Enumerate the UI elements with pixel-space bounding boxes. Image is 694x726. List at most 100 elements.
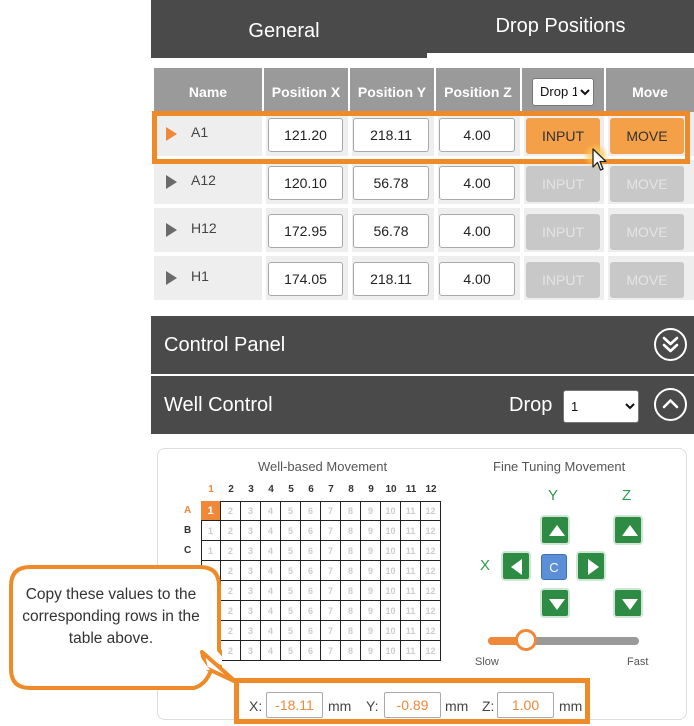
well-cell[interactable]: 6 (301, 501, 321, 521)
well-cell[interactable]: 8 (341, 601, 361, 621)
well-cell[interactable]: 12 (421, 641, 441, 661)
z-up-button[interactable] (613, 515, 643, 545)
double-chevron-down-icon[interactable] (654, 328, 687, 361)
well-cell[interactable]: 3 (241, 561, 261, 581)
well-cell[interactable]: 5 (281, 641, 301, 661)
well-cell[interactable]: 2 (221, 521, 241, 541)
well-cell[interactable]: 4 (261, 581, 281, 601)
move-button[interactable]: MOVE (610, 166, 684, 202)
well-cell[interactable]: 12 (421, 541, 441, 561)
position-y-input[interactable]: 218.11 (353, 262, 429, 296)
coord-x-value[interactable]: -18.11 (266, 692, 323, 718)
well-cell[interactable]: 11 (401, 581, 421, 601)
well-cell[interactable]: 10 (381, 601, 401, 621)
well-cell[interactable]: 11 (401, 561, 421, 581)
well-cell[interactable]: 2 (221, 581, 241, 601)
y-up-button[interactable] (540, 515, 570, 545)
drop-select[interactable]: Drop 1 (532, 77, 594, 106)
well-cell[interactable]: 3 (241, 581, 261, 601)
well-cell[interactable]: 6 (301, 521, 321, 541)
well-cell[interactable]: 10 (381, 521, 401, 541)
well-cell[interactable]: 7 (321, 601, 341, 621)
well-cell[interactable]: 5 (281, 601, 301, 621)
well-cell[interactable]: 10 (381, 561, 401, 581)
position-z-input[interactable]: 4.00 (439, 262, 515, 296)
well-cell[interactable]: 3 (241, 541, 261, 561)
input-button[interactable]: INPUT (526, 166, 600, 202)
well-drop-select[interactable]: 1 (563, 390, 639, 423)
coord-z-value[interactable]: 1.00 (497, 692, 554, 718)
position-y-input[interactable]: 56.78 (353, 214, 429, 248)
chevron-up-icon[interactable] (654, 388, 687, 421)
control-panel-header[interactable]: Control Panel (151, 316, 694, 374)
expand-row-icon[interactable] (166, 175, 177, 189)
well-cell[interactable]: 11 (401, 641, 421, 661)
expand-row-icon[interactable] (166, 271, 177, 285)
well-cell[interactable]: 9 (361, 641, 381, 661)
input-button[interactable]: INPUT (526, 214, 600, 250)
well-cell[interactable]: 9 (361, 521, 381, 541)
well-cell[interactable]: 3 (241, 621, 261, 641)
input-button[interactable]: INPUT (526, 262, 600, 298)
well-cell[interactable]: 12 (421, 601, 441, 621)
well-cell[interactable]: 10 (381, 621, 401, 641)
well-cell[interactable]: 8 (341, 581, 361, 601)
well-cell[interactable]: 10 (381, 581, 401, 601)
well-cell[interactable]: 5 (281, 501, 301, 521)
well-cell[interactable]: 12 (421, 581, 441, 601)
well-cell[interactable]: 8 (341, 521, 361, 541)
well-cell[interactable]: 11 (401, 621, 421, 641)
well-cell[interactable]: 5 (281, 541, 301, 561)
well-cell[interactable]: 7 (321, 621, 341, 641)
well-cell[interactable]: 6 (301, 561, 321, 581)
position-x-input[interactable]: 174.05 (268, 262, 343, 296)
well-cell[interactable]: 12 (421, 501, 441, 521)
well-cell[interactable]: 7 (321, 541, 341, 561)
well-cell[interactable]: 6 (301, 641, 321, 661)
well-cell[interactable]: 9 (361, 501, 381, 521)
center-button[interactable]: C (541, 554, 567, 580)
well-cell[interactable]: 4 (261, 561, 281, 581)
well-cell-selected[interactable]: 1 (201, 501, 221, 521)
well-cell[interactable]: 6 (301, 541, 321, 561)
well-cell[interactable]: 6 (301, 621, 321, 641)
well-cell[interactable]: 8 (341, 541, 361, 561)
well-cell[interactable]: 3 (241, 601, 261, 621)
well-cell[interactable]: 9 (361, 601, 381, 621)
move-button[interactable]: MOVE (610, 262, 684, 298)
well-cell[interactable]: 6 (301, 601, 321, 621)
well-cell[interactable]: 11 (401, 521, 421, 541)
well-cell[interactable]: 10 (381, 501, 401, 521)
well-cell[interactable]: 6 (301, 581, 321, 601)
well-cell[interactable]: 5 (281, 561, 301, 581)
move-button[interactable]: MOVE (610, 214, 684, 250)
position-x-input[interactable]: 172.95 (268, 214, 343, 248)
well-cell[interactable]: 8 (341, 561, 361, 581)
well-cell[interactable]: 9 (361, 581, 381, 601)
tab-general[interactable]: General (151, 0, 417, 58)
coord-y-value[interactable]: -0.89 (384, 692, 441, 718)
well-cell[interactable]: 5 (281, 581, 301, 601)
z-down-button[interactable] (613, 588, 643, 618)
well-cell[interactable]: 12 (421, 561, 441, 581)
well-cell[interactable]: 12 (421, 621, 441, 641)
well-cell[interactable]: 9 (361, 541, 381, 561)
position-z-input[interactable]: 4.00 (439, 214, 515, 248)
expand-row-icon[interactable] (166, 223, 177, 237)
well-cell[interactable]: 8 (341, 621, 361, 641)
well-cell[interactable]: 2 (221, 601, 241, 621)
well-cell[interactable]: 4 (261, 621, 281, 641)
x-left-button[interactable] (501, 551, 531, 581)
well-cell[interactable]: 5 (281, 621, 301, 641)
well-cell[interactable]: 9 (361, 561, 381, 581)
well-cell[interactable]: 12 (421, 521, 441, 541)
well-cell[interactable]: 7 (321, 641, 341, 661)
well-cell[interactable]: 2 (221, 501, 241, 521)
well-cell[interactable]: 8 (341, 641, 361, 661)
well-cell[interactable]: 2 (221, 561, 241, 581)
well-cell[interactable]: 2 (221, 621, 241, 641)
well-cell[interactable]: 10 (381, 641, 401, 661)
well-cell[interactable]: 7 (321, 581, 341, 601)
position-z-input[interactable]: 4.00 (439, 166, 515, 200)
well-cell[interactable]: 4 (261, 501, 281, 521)
